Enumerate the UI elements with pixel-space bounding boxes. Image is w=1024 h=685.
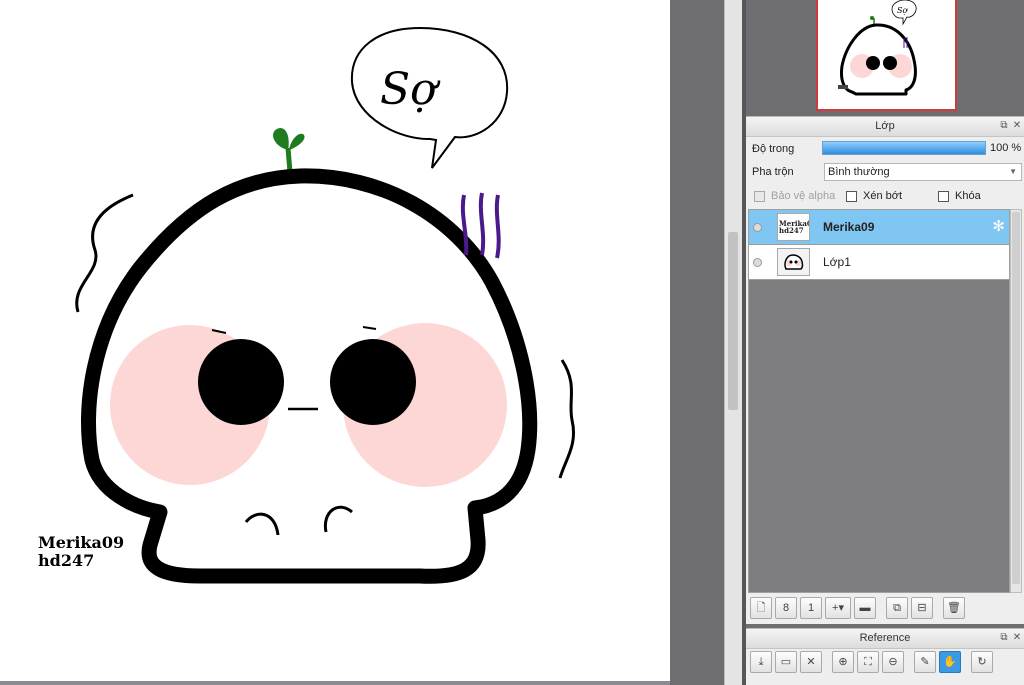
layer-panel: Lớp ⧉ ✕ Độ trong 100 % Pha trộn Bình thư… bbox=[746, 116, 1024, 624]
fit-icon[interactable]: ⛶ bbox=[857, 651, 879, 673]
protect-alpha-label: Bảo vệ alpha bbox=[771, 190, 836, 202]
open-folder-icon[interactable]: ▭ bbox=[775, 651, 797, 673]
import-icon[interactable]: ⤓ bbox=[750, 651, 772, 673]
canvas-horizontal-scrollbar[interactable] bbox=[0, 681, 670, 685]
layer-thumbnail: Merika09 hd247 bbox=[777, 213, 810, 241]
new-8bit-layer-icon[interactable]: 8 bbox=[775, 597, 797, 619]
checkbox-box bbox=[846, 190, 857, 202]
blend-mode-value: Bình thường bbox=[828, 166, 890, 178]
clipping-label: Xén bớt bbox=[863, 190, 903, 202]
delete-icon[interactable]: 🗑 bbox=[943, 597, 965, 619]
navigator-preview[interactable]: Sợ bbox=[816, 0, 957, 111]
sprout-stem bbox=[285, 147, 293, 173]
duplicate-icon[interactable]: ⧉ bbox=[886, 597, 908, 619]
layer-thumbnail-text: Merika09 hd247 bbox=[779, 219, 809, 235]
detach-icon[interactable]: ⧉ bbox=[998, 632, 1010, 644]
navigator-bubble-text: Sợ bbox=[897, 6, 908, 15]
shiver-line-right bbox=[558, 359, 575, 479]
reference-panel-header: Reference ⧉ ✕ bbox=[746, 629, 1024, 649]
layer-name: Merika09 bbox=[823, 220, 875, 234]
eyedropper-icon[interactable]: ✎ bbox=[914, 651, 936, 673]
signature-line-1: Merika09 bbox=[38, 533, 124, 552]
close-icon[interactable]: ✕ bbox=[1011, 632, 1023, 644]
merge-icon[interactable]: ⊟ bbox=[911, 597, 933, 619]
reference-panel: Reference ⧉ ✕ ⤓ ▭ ✕ ⊕ ⛶ ⊖ ✎ ✋ ↻ bbox=[746, 628, 1024, 685]
layer-toolbar: 🗋 8 1 +▾ ▬ ⧉ ⊟ 🗑 bbox=[750, 597, 965, 619]
folder-icon[interactable]: ▬ bbox=[854, 597, 876, 619]
protect-alpha-checkbox[interactable]: Bảo vệ alpha bbox=[754, 189, 835, 203]
signature-line-2: hd247 bbox=[38, 551, 94, 570]
layer-list-scrollbar-thumb[interactable] bbox=[1012, 212, 1020, 584]
canvas-gutter bbox=[670, 0, 724, 685]
new-layer-icon[interactable]: 🗋 bbox=[750, 597, 772, 619]
layer-list-scrollbar[interactable] bbox=[1010, 209, 1022, 593]
zoom-out-icon[interactable]: ⊖ bbox=[882, 651, 904, 673]
opacity-slider[interactable] bbox=[822, 141, 986, 155]
close-icon[interactable]: ✕ bbox=[1011, 120, 1023, 132]
speech-bubble-text: Sợ bbox=[380, 64, 441, 115]
blend-mode-select[interactable]: Bình thường ▼ bbox=[824, 163, 1022, 181]
opacity-label: Độ trong bbox=[752, 143, 795, 155]
detach-icon[interactable]: ⧉ bbox=[998, 120, 1010, 132]
close-icon[interactable]: ✕ bbox=[800, 651, 822, 673]
visibility-toggle-icon[interactable] bbox=[753, 223, 762, 232]
tension-line-3 bbox=[494, 194, 501, 259]
hand-icon[interactable]: ✋ bbox=[939, 651, 961, 673]
clipping-checkbox[interactable]: Xén bớt bbox=[846, 189, 902, 203]
blend-label: Pha trộn bbox=[752, 166, 794, 178]
layer-panel-title: Lớp bbox=[875, 120, 895, 132]
layer-panel-header: Lớp ⧉ ✕ bbox=[746, 117, 1024, 137]
visibility-toggle-icon[interactable] bbox=[753, 258, 762, 267]
layer-list: Merika09 hd247 Merika09 ✻ Lớp1 bbox=[748, 209, 1010, 593]
navigator-panel: Sợ bbox=[746, 0, 1024, 113]
sprout-left-leaf bbox=[273, 128, 289, 150]
checkbox-box bbox=[754, 190, 765, 202]
gear-icon[interactable]: ✻ bbox=[992, 219, 1005, 234]
layer-name: Lớp1 bbox=[823, 255, 851, 269]
layer-row-lop1[interactable]: Lớp1 bbox=[749, 245, 1009, 280]
right-eye bbox=[330, 339, 416, 425]
chevron-down-icon: ▼ bbox=[1009, 167, 1017, 176]
layer-row-merika09[interactable]: Merika09 hd247 Merika09 ✻ bbox=[749, 210, 1009, 245]
checkbox-box bbox=[938, 190, 949, 202]
rotate-icon[interactable]: ↻ bbox=[971, 651, 993, 673]
reference-panel-title: Reference bbox=[859, 632, 911, 644]
lock-label: Khóa bbox=[955, 190, 981, 202]
zoom-in-icon[interactable]: ⊕ bbox=[832, 651, 854, 673]
layer-thumbnail bbox=[777, 248, 810, 276]
canvas-vertical-scrollbar-thumb[interactable] bbox=[728, 232, 738, 410]
artwork: Sợ Merika09 hd247 bbox=[38, 26, 575, 584]
reference-toolbar: ⤓ ▭ ✕ ⊕ ⛶ ⊖ ✎ ✋ ↻ bbox=[750, 651, 993, 673]
tension-line-2 bbox=[478, 192, 486, 256]
drawing-canvas[interactable]: Sợ Merika09 hd247 bbox=[0, 0, 670, 681]
new-1bit-layer-icon[interactable]: 1 bbox=[800, 597, 822, 619]
lock-checkbox[interactable]: Khóa bbox=[938, 189, 981, 203]
opacity-value: 100 % bbox=[990, 142, 1022, 154]
sprout-right-leaf bbox=[289, 133, 305, 150]
left-eye bbox=[198, 339, 284, 425]
add-layer-dropdown-icon[interactable]: +▾ bbox=[825, 597, 851, 619]
